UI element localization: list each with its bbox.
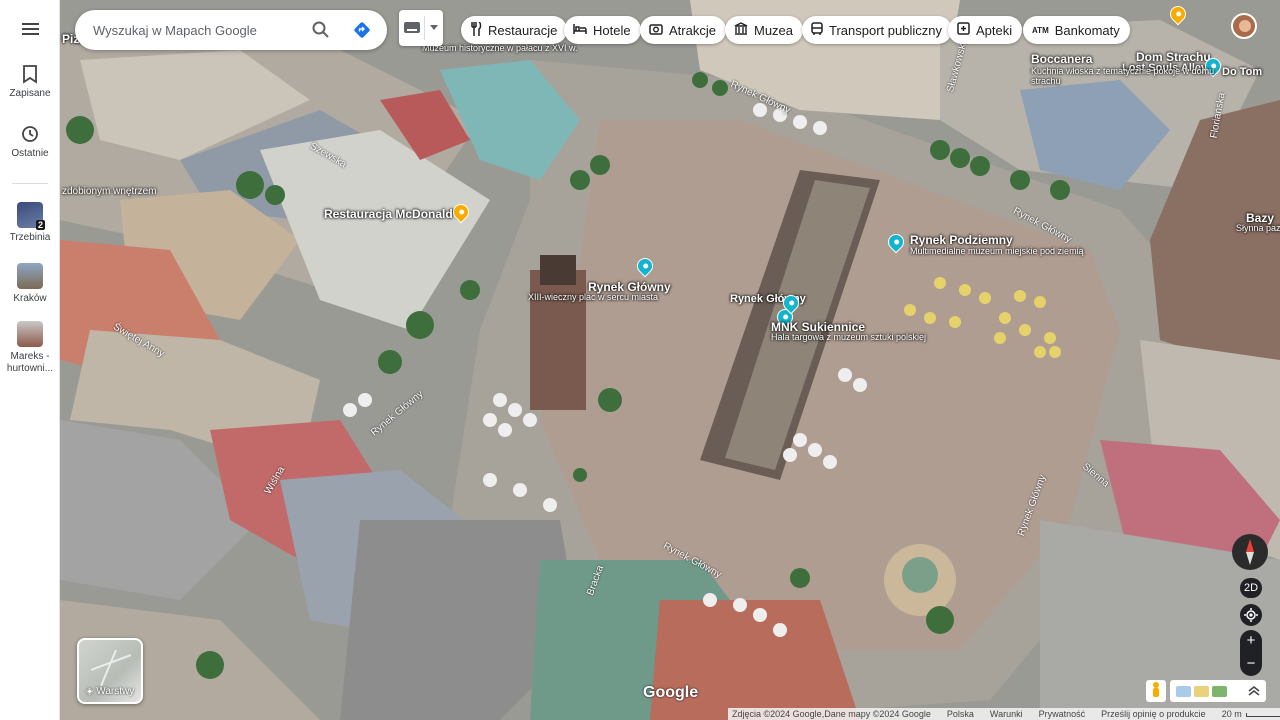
zoom-in-button[interactable]: +: [1240, 630, 1262, 653]
poi-description: Hala targowa z muzeum sztuki polskiej: [771, 332, 927, 342]
divider: [424, 16, 425, 40]
poi-description: zdobionym wnętrzem: [62, 186, 157, 197]
poi-description: XIII-wieczny plac w sercu miasta: [528, 292, 659, 302]
my-location-button[interactable]: [1240, 604, 1262, 626]
account-avatar[interactable]: [1231, 13, 1257, 39]
side-rail: Zapisane Ostatnie 2 Trzebinia Kraków Mar…: [0, 0, 60, 720]
camera-icon: [649, 23, 663, 38]
menu-icon[interactable]: [18, 20, 42, 40]
my-location-icon: [1244, 608, 1258, 622]
attribution-text: Zdjęcia ©2024 Google,Dane mapy ©2024 Goo…: [732, 709, 931, 719]
count-badge: 2: [35, 220, 45, 230]
rail-item-saved[interactable]: Zapisane: [0, 64, 60, 100]
chip-hotels[interactable]: Hotele: [564, 16, 641, 44]
toggle-2d-button[interactable]: 2D: [1240, 578, 1262, 598]
chip-transit[interactable]: Transport publiczny: [802, 16, 952, 44]
map-footer: Zdjęcia ©2024 Google,Dane mapy ©2024 Goo…: [728, 708, 1280, 720]
imagery-thumbnail[interactable]: [1194, 685, 1209, 697]
chip-attractions[interactable]: Atrakcje: [640, 16, 726, 44]
search-box[interactable]: [75, 10, 387, 50]
recent-place-mareks[interactable]: Mareks - hurtowni...: [0, 321, 60, 375]
chip-label: Hotele: [593, 22, 631, 38]
chip-label: Transport publiczny: [829, 22, 942, 38]
atm-icon: ATM: [1032, 25, 1049, 35]
directions-icon[interactable]: [353, 21, 371, 39]
rail-item-label: Zapisane: [9, 88, 51, 99]
terms-link[interactable]: Warunki: [990, 709, 1023, 719]
compass-icon: [1246, 539, 1254, 565]
google-logo: Google: [643, 684, 699, 701]
chip-label: Bankomaty: [1054, 22, 1120, 38]
pegman-street-view-icon[interactable]: [1146, 680, 1166, 702]
zoom-out-button[interactable]: −: [1240, 653, 1262, 676]
scale-bar: [1245, 712, 1280, 717]
poi-description: Kuchnia włoska z tematycznie pokoje w do…: [1031, 66, 1215, 86]
zoom-controls: + −: [1240, 630, 1262, 676]
poi-description: Muzeum historyczne w pałacu z XVI w.: [422, 43, 578, 53]
satellite-3d-imagery: [60, 0, 1280, 720]
recent-place-trzebinia[interactable]: 2 Trzebinia: [0, 202, 60, 244]
chip-museums[interactable]: Muzea: [725, 16, 804, 44]
imagery-thumbnail[interactable]: [1176, 685, 1191, 697]
search-icon[interactable]: [311, 20, 331, 40]
rail-item-label: Ostatnie: [11, 148, 49, 159]
chip-label: Apteki: [976, 22, 1013, 38]
country-link[interactable]: Polska: [947, 709, 974, 719]
imagery-thumbnail[interactable]: [1212, 685, 1227, 697]
layers-icon: ◈: [85, 686, 94, 697]
museum-icon: [734, 22, 748, 38]
privacy-link[interactable]: Prywatność: [1039, 709, 1086, 719]
imagery-thumbnails: [1170, 680, 1266, 702]
layers-label: ◈ Warstwy: [85, 686, 135, 697]
keyboard-icon: [404, 22, 420, 33]
bed-icon: [573, 23, 587, 38]
chip-pharmacies[interactable]: Apteki: [948, 16, 1023, 44]
recent-place-label: Trzebinia: [9, 232, 51, 243]
feedback-link[interactable]: Prześlij opinię o produkcie: [1101, 709, 1206, 719]
history-icon: [22, 126, 38, 142]
chip-label: Atrakcje: [669, 22, 716, 38]
chevron-up-icon[interactable]: [1248, 686, 1260, 696]
input-tools-button[interactable]: [399, 10, 443, 46]
scale-indicator[interactable]: 20 m: [1222, 709, 1280, 719]
layers-button[interactable]: ◈ Warstwy: [77, 638, 143, 704]
map-preview-thumbnail: [91, 650, 131, 686]
recent-place-label: Kraków: [13, 293, 47, 304]
recent-place-label: Mareks - hurtowni...: [6, 351, 54, 374]
poi-label[interactable]: Boccanera: [1031, 52, 1092, 66]
bookmark-icon: [23, 65, 37, 84]
place-thumbnail: 2: [17, 202, 45, 230]
divider: [12, 183, 48, 184]
rail-item-recent[interactable]: Ostatnie: [0, 124, 60, 160]
poi-label[interactable]: Restauracja McDonald's: [324, 207, 462, 221]
chip-label: Muzea: [754, 22, 794, 38]
search-input[interactable]: [93, 20, 293, 40]
chip-label: Restauracje: [488, 22, 558, 38]
place-thumbnail: [17, 321, 43, 347]
bus-icon: [811, 21, 823, 39]
poi-description: Multimedialne muzeum miejskie pod ziemią: [910, 246, 1084, 256]
chevron-down-icon[interactable]: [430, 25, 438, 31]
place-thumbnail: [17, 263, 43, 289]
poi-description: Słynna pazylika: [1236, 223, 1280, 233]
chip-restaurants[interactable]: Restauracje: [461, 16, 568, 44]
compass-button[interactable]: [1232, 534, 1268, 570]
recent-place-krakow[interactable]: Kraków: [0, 263, 60, 305]
fork-knife-icon: [470, 20, 482, 39]
pharmacy-icon: [957, 22, 970, 38]
chip-atms[interactable]: ATM Bankomaty: [1023, 16, 1130, 44]
map-canvas[interactable]: Rynek Główny Rynek Główny Rynek Główny R…: [60, 0, 1280, 720]
poi-label[interactable]: Rynek Podziemny: [910, 233, 1013, 247]
